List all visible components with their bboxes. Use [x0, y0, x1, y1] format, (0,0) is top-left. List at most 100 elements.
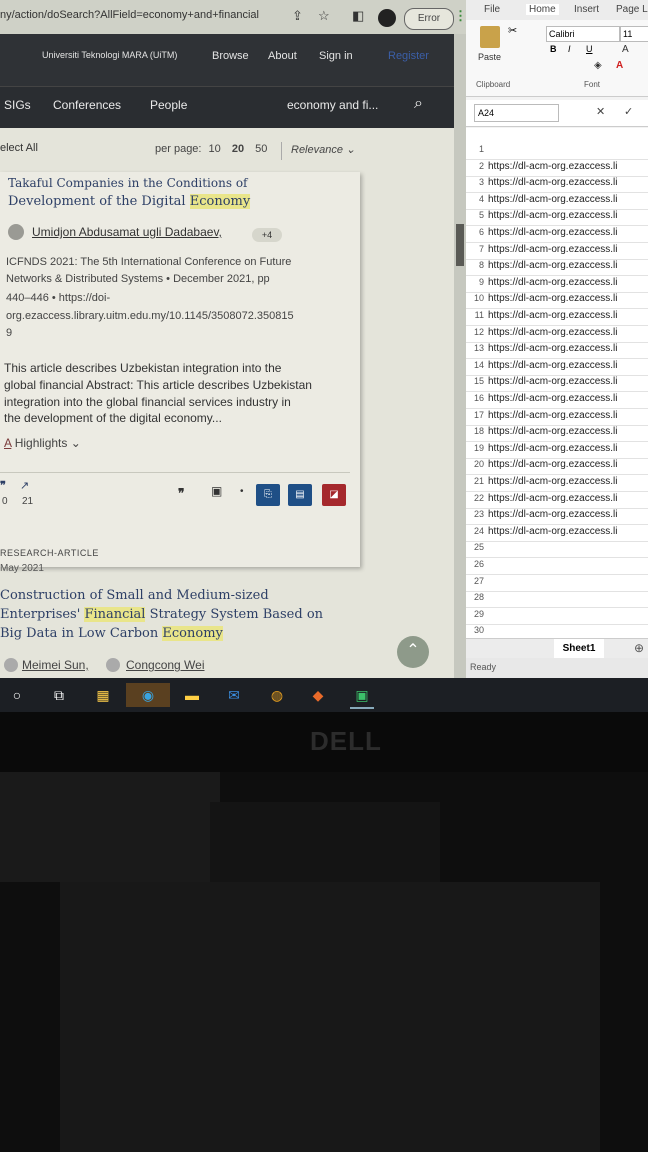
tab-home[interactable]: Home: [526, 4, 559, 15]
cancel-icon[interactable]: ✕: [596, 105, 605, 118]
register-link[interactable]: Register: [388, 50, 429, 62]
bold-icon[interactable]: B: [550, 44, 557, 54]
cell-a18[interactable]: https://dl-acm-org.ezaccess.li: [488, 426, 648, 437]
tab-page-layout[interactable]: Page L: [616, 4, 648, 15]
row-header[interactable]: 29: [470, 609, 484, 619]
row-header[interactable]: 3: [470, 177, 484, 187]
share-icon[interactable]: ⇪: [292, 8, 303, 24]
paste-button[interactable]: Paste: [478, 52, 501, 62]
row-header[interactable]: 20: [470, 459, 484, 469]
row-header[interactable]: 17: [470, 410, 484, 420]
venue-line4[interactable]: org.ezaccess.library.uitm.edu.my/10.1145…: [6, 310, 294, 322]
row-header[interactable]: 2: [470, 161, 484, 171]
menu-dots-icon[interactable]: ⋮: [454, 8, 466, 24]
result2-title-line2[interactable]: Enterprises' Financial Strategy System B…: [0, 607, 323, 622]
cut-icon[interactable]: ✂: [508, 24, 517, 37]
row-header[interactable]: 7: [470, 244, 484, 254]
cell-a5[interactable]: https://dl-acm-org.ezaccess.li: [488, 210, 648, 221]
fill-color-icon[interactable]: ◈: [594, 60, 602, 71]
row-header[interactable]: 25: [470, 542, 484, 552]
result-title-line2[interactable]: Development of the Digital Economy: [8, 194, 251, 209]
task-view-icon[interactable]: ⧉: [47, 683, 71, 707]
scroll-to-top-icon[interactable]: ⌃: [397, 636, 429, 668]
highlights-toggle[interactable]: A Highlights ⌄: [4, 436, 81, 450]
pdf-button-icon[interactable]: ◪: [322, 484, 346, 506]
url-text[interactable]: ny/action/doSearch?AllField=economy+and+…: [0, 9, 259, 21]
cell-a8[interactable]: https://dl-acm-org.ezaccess.li: [488, 260, 648, 271]
file-explorer-icon[interactable]: ▬: [180, 683, 204, 707]
enter-icon[interactable]: ✓: [624, 105, 633, 118]
row-header[interactable]: 13: [470, 343, 484, 353]
cell-a6[interactable]: https://dl-acm-org.ezaccess.li: [488, 227, 648, 238]
row-header[interactable]: 8: [470, 260, 484, 270]
cell-a13[interactable]: https://dl-acm-org.ezaccess.li: [488, 343, 648, 354]
cell-a11[interactable]: https://dl-acm-org.ezaccess.li: [488, 310, 648, 321]
cell-a12[interactable]: https://dl-acm-org.ezaccess.li: [488, 327, 648, 338]
name-box[interactable]: A24: [474, 104, 559, 122]
cell-a24[interactable]: https://dl-acm-org.ezaccess.li: [488, 526, 648, 537]
author-link[interactable]: Umidjon Abdusamat ugli Dadabaev,: [32, 225, 222, 239]
venue-line5[interactable]: 9: [6, 327, 12, 339]
cell-a15[interactable]: https://dl-acm-org.ezaccess.li: [488, 376, 648, 387]
star-icon[interactable]: ☆: [318, 8, 330, 24]
tab-insert[interactable]: Insert: [574, 4, 599, 15]
profile-avatar[interactable]: [378, 9, 396, 27]
cell-a17[interactable]: https://dl-acm-org.ezaccess.li: [488, 410, 648, 421]
mail-icon[interactable]: ✉: [222, 683, 246, 707]
font-color-icon[interactable]: A: [616, 60, 623, 71]
result2-title-line1[interactable]: Construction of Small and Medium-sized: [0, 588, 269, 603]
start-icon[interactable]: ○: [5, 683, 29, 707]
address-bar[interactable]: ny/action/doSearch?AllField=economy+and+…: [0, 0, 466, 35]
error-button[interactable]: Error: [404, 8, 454, 30]
font-name-select[interactable]: Calibri: [546, 26, 620, 42]
row-header[interactable]: 24: [470, 526, 484, 536]
row-header[interactable]: 9: [470, 277, 484, 287]
cell-a23[interactable]: https://dl-acm-org.ezaccess.li: [488, 509, 648, 520]
add-sheet-icon[interactable]: ⊕: [634, 641, 644, 655]
row-header[interactable]: 26: [470, 559, 484, 569]
per-page-50[interactable]: 50: [255, 143, 267, 155]
cell-a16[interactable]: https://dl-acm-org.ezaccess.li: [488, 393, 648, 404]
cell-a3[interactable]: https://dl-acm-org.ezaccess.li: [488, 177, 648, 188]
per-page-20[interactable]: 20: [232, 143, 244, 155]
cell-a14[interactable]: https://dl-acm-org.ezaccess.li: [488, 360, 648, 371]
row-header[interactable]: 23: [470, 509, 484, 519]
search-icon[interactable]: ⌕: [414, 95, 423, 113]
share-button-icon[interactable]: ⎘: [256, 484, 280, 506]
clipboard-icon[interactable]: [480, 26, 500, 48]
row-header[interactable]: 21: [470, 476, 484, 486]
cell-a4[interactable]: https://dl-acm-org.ezaccess.li: [488, 194, 648, 205]
author-link[interactable]: Meimei Sun,: [22, 658, 89, 672]
row-header[interactable]: 16: [470, 393, 484, 403]
result2-title-line3[interactable]: Big Data in Low Carbon Economy: [0, 626, 223, 641]
venue-line3[interactable]: 440–446 • https://doi-: [6, 292, 110, 304]
row-header[interactable]: 22: [470, 493, 484, 503]
cell-a20[interactable]: https://dl-acm-org.ezaccess.li: [488, 459, 648, 470]
underline-icon[interactable]: U: [586, 44, 593, 54]
search-input[interactable]: economy and fi...: [287, 98, 378, 112]
row-header[interactable]: 30: [470, 625, 484, 635]
cell-a2[interactable]: https://dl-acm-org.ezaccess.li: [488, 161, 648, 172]
per-page-10[interactable]: 10: [209, 143, 221, 155]
italic-icon[interactable]: I: [568, 44, 571, 54]
row-header[interactable]: 4: [470, 194, 484, 204]
nav-sigs[interactable]: SIGs: [4, 98, 31, 112]
more-authors-badge[interactable]: +4: [252, 228, 282, 242]
collections-icon[interactable]: ◧: [352, 8, 364, 24]
row-header[interactable]: 14: [470, 360, 484, 370]
app-icon[interactable]: ◆: [306, 683, 330, 707]
tab-file[interactable]: File: [484, 4, 500, 15]
signin-link[interactable]: Sign in: [319, 50, 353, 62]
cell-a21[interactable]: https://dl-acm-org.ezaccess.li: [488, 476, 648, 487]
cell-a22[interactable]: https://dl-acm-org.ezaccess.li: [488, 493, 648, 504]
select-all[interactable]: elect All: [0, 142, 38, 154]
row-header[interactable]: 11: [470, 310, 484, 320]
row-header[interactable]: 12: [470, 327, 484, 337]
add-to-folder-icon[interactable]: ▣: [211, 484, 222, 498]
row-header[interactable]: 27: [470, 576, 484, 586]
scrollbar-thumb[interactable]: [456, 224, 464, 266]
row-header[interactable]: 15: [470, 376, 484, 386]
row-header[interactable]: 28: [470, 592, 484, 602]
chrome-icon[interactable]: ◍: [265, 683, 289, 707]
font-size-select[interactable]: 11: [620, 26, 648, 42]
